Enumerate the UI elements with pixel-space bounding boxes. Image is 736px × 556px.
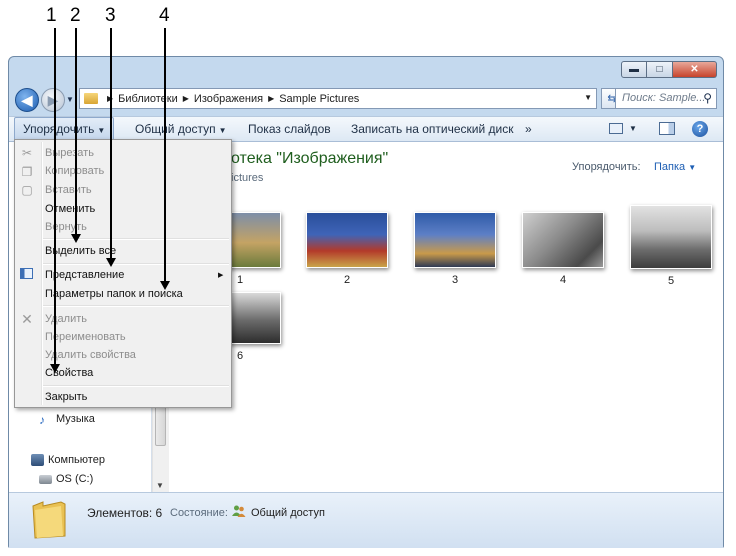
thumbnail-item[interactable]: 5	[626, 205, 716, 287]
chevron-right-icon[interactable]: ▶	[268, 94, 274, 103]
recent-pages-dropdown[interactable]: ▼	[66, 95, 74, 104]
folder-large-icon	[32, 501, 66, 539]
state-value: Общий доступ	[251, 507, 325, 519]
delete-icon: ✕	[21, 311, 33, 327]
library-title: отека "Изображения"	[231, 150, 389, 167]
photo-thumbnail	[630, 205, 712, 269]
thumbnail-label: 2	[343, 274, 351, 286]
photo-thumbnail	[414, 212, 496, 268]
menu-item-close[interactable]: Закрыть	[45, 391, 87, 403]
search-input[interactable]: Поиск: Sample... ⚲	[615, 88, 717, 109]
computer-icon	[31, 454, 44, 466]
back-arrow-icon: ◀	[21, 91, 33, 108]
music-icon: ♪	[39, 413, 45, 427]
menu-item-rename[interactable]: Переименовать	[45, 331, 126, 343]
menu-item-view[interactable]: Представление	[45, 269, 124, 281]
copy-icon: ❐	[21, 165, 33, 179]
annotation-line-2	[75, 28, 77, 236]
item-count: Элементов: 6	[87, 506, 163, 520]
share-label: Общий доступ	[135, 122, 216, 136]
scissors-icon: ✂	[21, 146, 33, 160]
search-placeholder: Поиск: Sample...	[622, 92, 706, 104]
annotation-arrow-3	[106, 258, 116, 267]
annotation-line-4	[164, 28, 166, 283]
annotation-1: 1	[46, 5, 57, 26]
submenu-arrow-icon: ▶	[218, 272, 224, 279]
breadcrumb-libraries[interactable]: Библиотеки	[118, 93, 178, 105]
close-button[interactable]: ✕	[673, 61, 717, 78]
organize-button[interactable]: Упорядочить ▼	[14, 117, 115, 141]
breadcrumb-pictures[interactable]: Изображения	[194, 93, 263, 105]
scroll-down-icon[interactable]: ▼	[156, 481, 164, 490]
menu-item-remove-properties[interactable]: Удалить свойства	[45, 349, 136, 361]
change-view-icon[interactable]	[609, 123, 623, 134]
help-icon[interactable]: ?	[692, 121, 708, 137]
thumbnail-item[interactable]: 2	[302, 212, 392, 286]
nav-item-label: OS (C:)	[56, 473, 94, 485]
minimize-button[interactable]: ▬	[621, 61, 647, 78]
annotation-line-1	[54, 28, 56, 366]
nav-item-drive-c[interactable]: OS (C:)	[39, 473, 93, 485]
burn-disc-button[interactable]: Записать на оптический диск	[351, 117, 514, 141]
menu-separator	[43, 263, 229, 265]
menu-item-paste[interactable]: Вставить	[45, 184, 92, 196]
organize-context-menu: ✂ Вырезать ❐ Копировать ▢ Вставить Отмен…	[14, 139, 232, 408]
menu-item-delete[interactable]: Удалить	[45, 313, 87, 325]
chevron-right-icon[interactable]: ▶	[183, 94, 189, 103]
back-button[interactable]: ◀	[15, 88, 39, 112]
menu-item-redo[interactable]: Вернуть	[45, 221, 87, 233]
paste-icon: ▢	[21, 183, 33, 197]
menu-item-undo[interactable]: Отменить	[45, 203, 95, 215]
drive-icon	[39, 474, 52, 484]
maximize-button[interactable]: □	[647, 61, 673, 78]
annotation-arrow-2	[71, 234, 81, 243]
menu-separator	[43, 385, 229, 387]
forward-arrow-icon: ▶	[47, 91, 59, 108]
photo-thumbnail	[306, 212, 388, 268]
menu-separator	[43, 305, 229, 307]
slideshow-button[interactable]: Показ слайдов	[248, 117, 331, 141]
chevron-down-icon: ▼	[218, 126, 227, 135]
annotation-arrow-1	[50, 364, 60, 373]
details-pane: Элементов: 6 Состояние: Общий доступ	[9, 492, 723, 548]
organize-label: Упорядочить	[23, 122, 95, 136]
nav-item-computer[interactable]: Компьютер	[31, 454, 105, 466]
more-commands-button[interactable]: »	[525, 117, 532, 141]
nav-item-label: Музыка	[56, 413, 95, 425]
annotation-4: 4	[159, 5, 170, 26]
window-controls: ▬ □ ✕	[621, 61, 717, 80]
annotation-2: 2	[70, 5, 81, 26]
chevron-down-icon: ▼	[97, 126, 106, 135]
thumbnail-item[interactable]: 4	[518, 212, 608, 286]
view-options-dropdown[interactable]: ▼	[629, 117, 637, 141]
share-button[interactable]: Общий доступ ▼	[135, 117, 227, 141]
folder-icon	[84, 93, 98, 104]
thumbnail-label: 5	[667, 275, 675, 287]
thumbnail-label: 3	[451, 274, 459, 286]
photo-thumbnail	[522, 212, 604, 268]
users-icon	[232, 505, 246, 517]
annotation-arrow-4	[160, 281, 170, 290]
preview-pane-icon[interactable]	[659, 122, 675, 135]
search-icon[interactable]: ⚲	[703, 91, 712, 105]
address-bar[interactable]: ▶ Библиотеки ▶ Изображения ▶ Sample Pict…	[79, 88, 597, 109]
thumbnail-item[interactable]: 3	[410, 212, 500, 286]
forward-button[interactable]: ▶	[41, 88, 65, 112]
arrange-by-label: Упорядочить:	[572, 161, 641, 173]
nav-item-music[interactable]: ♪ Музыка	[39, 413, 95, 427]
annotation-line-3	[110, 28, 112, 260]
thumbnail-label: 4	[559, 274, 567, 286]
breadcrumb-sample-pictures[interactable]: Sample Pictures	[279, 93, 359, 105]
arrange-value: Папка	[654, 161, 686, 173]
menu-item-cut[interactable]: Вырезать	[45, 147, 94, 159]
address-dropdown-icon[interactable]: ▼	[584, 93, 592, 102]
nav-item-label: Компьютер	[48, 454, 105, 466]
chevron-down-icon: ▼	[688, 163, 697, 172]
layout-icon	[20, 268, 33, 279]
state-label: Состояние:	[170, 507, 228, 519]
library-subtitle: ictures	[231, 172, 264, 184]
annotation-3: 3	[105, 5, 116, 26]
arrange-by-dropdown[interactable]: Папка ▼	[654, 161, 696, 173]
menu-gutter	[41, 142, 43, 405]
